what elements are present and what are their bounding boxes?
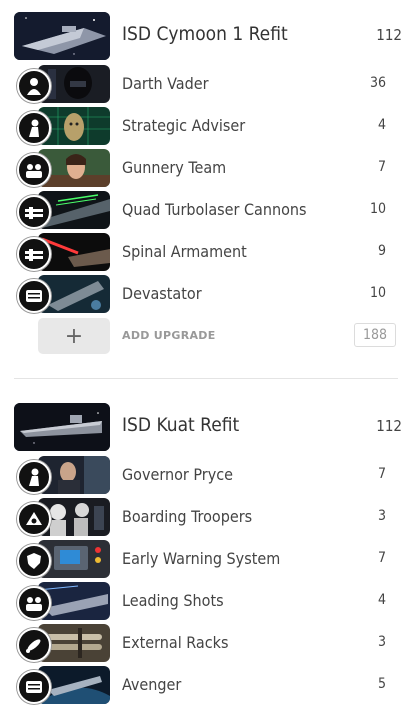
upgrade-name: Early Warning System [122, 549, 281, 568]
commander-icon [17, 69, 51, 103]
ship-image [14, 403, 110, 451]
title-icon [17, 670, 51, 704]
fleet-total-cost: 188 [354, 323, 396, 347]
upgrade-name: Darth Vader [122, 74, 209, 93]
upgrade-row[interactable]: Boarding Troopers 3 [17, 498, 394, 536]
upgrade-name: Avenger [122, 675, 182, 694]
upgrade-row[interactable]: Governor Pryce 7 [17, 456, 394, 494]
upgrade-row[interactable]: Strategic Adviser 4 [17, 107, 394, 145]
upgrade-cost: 7 [377, 550, 386, 566]
upgrade-cost: 4 [377, 592, 386, 608]
upgrade-row[interactable]: Avenger 5 [17, 666, 394, 704]
upgrade-name: Boarding Troopers [122, 507, 253, 526]
upgrade-name: External Racks [122, 633, 229, 652]
upgrade-cost: 10 [369, 285, 386, 301]
upgrade-name: Leading Shots [122, 591, 224, 610]
fleet-divider [14, 378, 398, 379]
ship-cost: 112 [376, 417, 402, 435]
ship-name: ISD Cymoon 1 Refit [122, 23, 288, 45]
upgrade-row[interactable]: Quad Turbolaser Cannons 10 [17, 191, 394, 229]
ordnance-icon [17, 628, 51, 662]
defensive-retrofit-icon [17, 544, 51, 578]
upgrade-name: Governor Pryce [122, 465, 233, 484]
upgrade-cost: 3 [377, 634, 386, 650]
offensive-retrofit-icon [17, 502, 51, 536]
weapons-team-icon [17, 586, 51, 620]
upgrade-name: Devastator [122, 284, 202, 303]
upgrade-row[interactable]: Spinal Armament 9 [17, 233, 394, 271]
upgrade-name: Spinal Armament [122, 242, 247, 261]
upgrade-cost: 9 [377, 243, 386, 259]
upgrade-name: Quad Turbolaser Cannons [122, 200, 307, 219]
upgrade-cost: 10 [369, 201, 386, 217]
ship-cost: 112 [376, 26, 402, 44]
title-icon [17, 279, 51, 313]
upgrade-cost: 7 [377, 159, 386, 175]
add-upgrade-row: + ADD UPGRADE 188 [38, 318, 398, 354]
officer-icon [17, 111, 51, 145]
upgrade-row[interactable]: Darth Vader 36 [17, 65, 394, 103]
upgrade-name: Gunnery Team [122, 158, 227, 177]
upgrade-row[interactable]: Early Warning System 7 [17, 540, 394, 578]
ship-name: ISD Kuat Refit [122, 414, 240, 436]
turbolaser-icon [17, 237, 51, 271]
upgrade-name: Strategic Adviser [122, 116, 246, 135]
ship-image [14, 12, 110, 60]
upgrade-cost: 5 [377, 676, 386, 692]
upgrade-row[interactable]: Leading Shots 4 [17, 582, 394, 620]
upgrade-cost: 3 [377, 508, 386, 524]
ship-row-cymoon[interactable]: ISD Cymoon 1 Refit 112 [14, 12, 402, 60]
upgrade-cost: 36 [369, 75, 386, 91]
upgrade-row[interactable]: Gunnery Team 7 [17, 149, 394, 187]
upgrade-row[interactable]: External Racks 3 [17, 624, 394, 662]
officer-icon [17, 460, 51, 494]
upgrade-cost: 4 [377, 117, 386, 133]
upgrade-row[interactable]: Devastator 10 [17, 275, 394, 313]
weapons-team-icon [17, 153, 51, 187]
upgrade-cost: 7 [377, 466, 386, 482]
turbolaser-icon [17, 195, 51, 229]
ship-row-kuat[interactable]: ISD Kuat Refit 112 [14, 403, 402, 451]
add-upgrade-label[interactable]: ADD UPGRADE [122, 329, 216, 342]
add-upgrade-button[interactable]: + [38, 318, 110, 354]
